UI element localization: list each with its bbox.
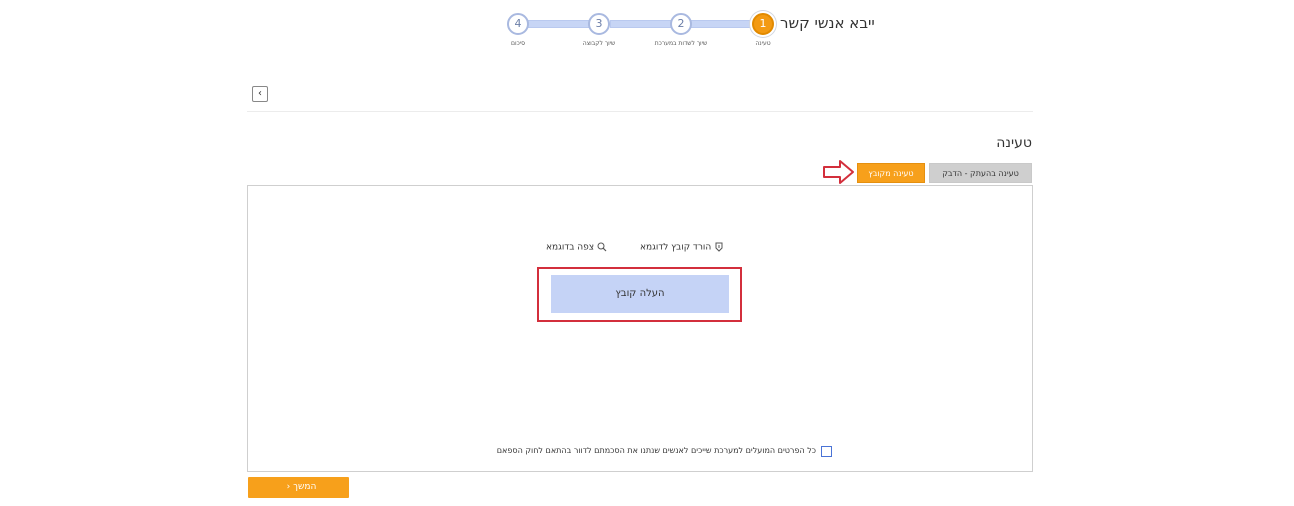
- step-3-label: שיוך לקבוצה: [582, 40, 616, 47]
- download-sample-link[interactable]: הורד קובץ לדוגמא: [640, 242, 724, 253]
- pointer-arrow-icon: [823, 160, 854, 184]
- upload-file-button[interactable]: העלה קובץ: [551, 275, 729, 313]
- back-button[interactable]: ‹: [252, 86, 268, 102]
- step-2-circle[interactable]: 2: [670, 13, 692, 35]
- wizard-title: ייבא אנשי קשר: [780, 14, 875, 32]
- upload-panel: [247, 185, 1033, 472]
- section-title: טעינה: [996, 135, 1032, 151]
- step-1-label: טעינה: [755, 40, 771, 47]
- divider: [247, 111, 1033, 112]
- tab-paste[interactable]: טעינה בהעתק - הדבק: [929, 163, 1032, 183]
- step-connector: [610, 20, 675, 28]
- search-icon: [597, 242, 607, 252]
- view-sample-label: צפה בדוגמא: [546, 242, 595, 253]
- step-2-label: שיוך לשדות במערכת: [654, 40, 708, 47]
- consent-checkbox[interactable]: [821, 446, 832, 457]
- tab-file[interactable]: טעינה מקובץ: [857, 163, 925, 183]
- continue-label: המשך: [293, 482, 317, 492]
- step-connector: [527, 20, 597, 28]
- step-4-label: סיכום: [510, 40, 526, 47]
- step-1-circle[interactable]: 1: [752, 13, 774, 35]
- step-connector: [690, 20, 752, 28]
- view-sample-link[interactable]: צפה בדוגמא: [546, 242, 607, 253]
- consent-text: כל הפרטים המועלים למערכת שייכים לאנשים ש…: [496, 446, 816, 455]
- step-3-circle[interactable]: 3: [588, 13, 610, 35]
- chevron-left-icon: ‹: [258, 88, 262, 99]
- wizard-stepper: 4 3 2 1 סיכום שיוך לקבוצה שיוך לשדות במע…: [507, 13, 775, 63]
- chevron-left-icon: ‹: [286, 482, 291, 492]
- download-sample-label: הורד קובץ לדוגמא: [640, 242, 712, 253]
- step-4-circle[interactable]: 4: [507, 13, 529, 35]
- download-icon: [715, 242, 723, 252]
- continue-button[interactable]: המשך ‹: [248, 477, 349, 498]
